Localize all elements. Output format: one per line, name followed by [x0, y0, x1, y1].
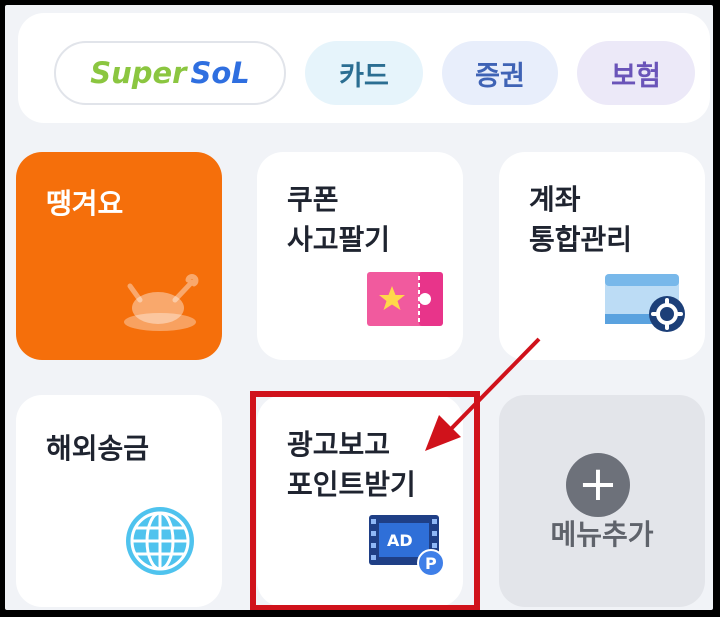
pointer-arrow-icon [425, 337, 541, 451]
app-screen: Super SoL 카드 증권 보험 땡겨요 쿠폰 사고팔기 계좌 통합관리 해… [5, 5, 713, 610]
